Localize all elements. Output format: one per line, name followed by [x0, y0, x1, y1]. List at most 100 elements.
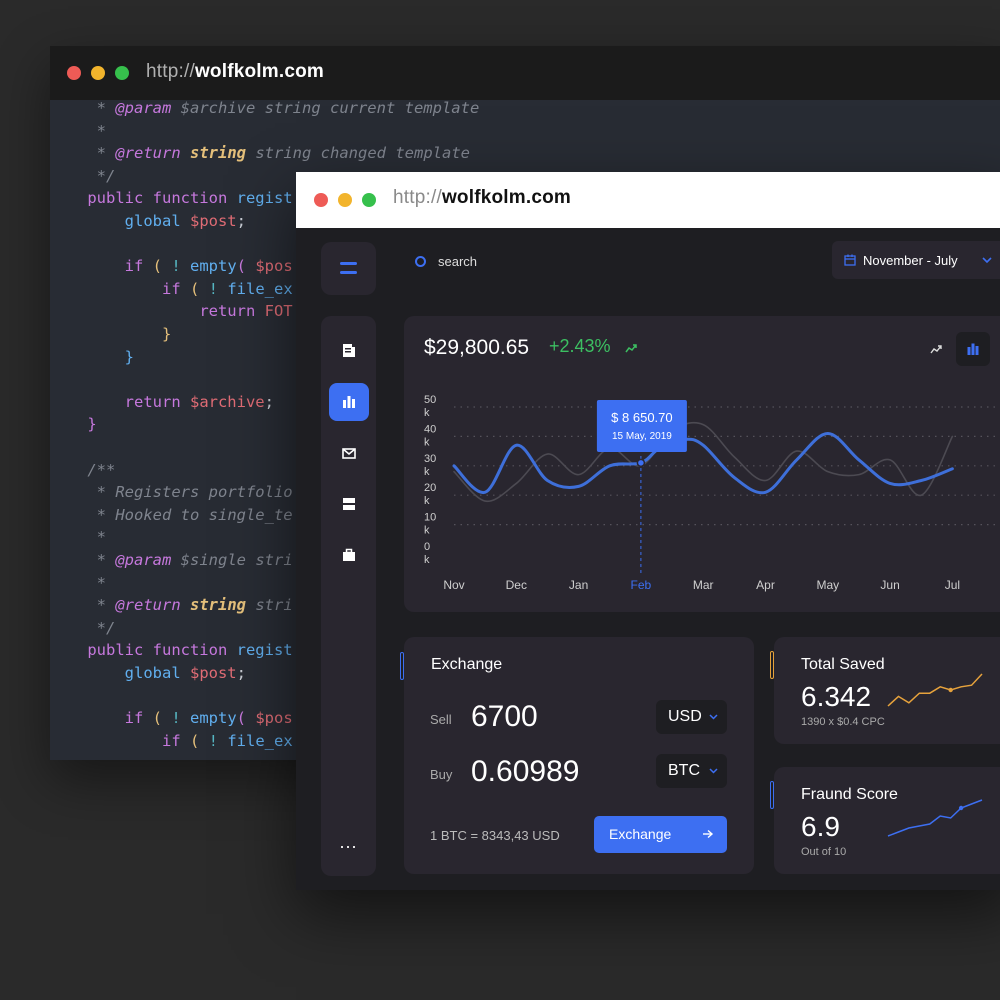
dashboard-titlebar: http://wolfkolm.com: [296, 172, 1000, 228]
search-icon: [415, 256, 426, 267]
sidebar-item-documents[interactable]: [329, 332, 369, 370]
x-tick-label: Apr: [756, 578, 775, 592]
fraud-score-sparkline: [887, 799, 983, 837]
fraud-score-subtitle: Out of 10: [801, 846, 847, 858]
maximize-window-button[interactable]: [362, 193, 376, 207]
code-token: *: [96, 144, 116, 163]
code-line: *: [50, 120, 106, 142]
y-tick-unit: k: [424, 554, 430, 566]
code-line: if ( ! file_ex: [50, 730, 293, 752]
url-protocol: http://: [146, 61, 195, 82]
sidebar-item-storage[interactable]: [329, 485, 369, 523]
code-token: */: [96, 618, 116, 637]
buy-amount-input[interactable]: 0.60989: [471, 755, 579, 789]
sidebar-item-messages[interactable]: [329, 434, 369, 472]
maximize-window-button[interactable]: [115, 66, 129, 80]
dashboard-window: http://wolfkolm.com ... search November …: [296, 172, 1000, 890]
trend-up-icon: [625, 344, 637, 353]
bar-chart-toggle[interactable]: [956, 332, 990, 366]
code-line: * Hooked to single_te: [50, 504, 293, 526]
code-line: global $post;: [50, 210, 246, 232]
total-saved-accent-bar: [770, 651, 774, 679]
y-tick-label: 10: [424, 512, 436, 524]
price-line-chart: 0k10k20k30k40k50kNov Dec Jan Feb Mar Apr May Ju…: [424, 394, 1000, 592]
code-token: $single stri: [171, 551, 293, 569]
y-tick-label: 30: [424, 453, 436, 465]
sell-amount-input[interactable]: 6700: [471, 700, 538, 734]
code-token: /**: [87, 460, 116, 479]
price-change: +2.43%: [549, 336, 611, 356]
code-token: *: [96, 551, 116, 569]
url-host: wolfkolm.com: [441, 187, 572, 208]
y-tick-label: 40: [424, 423, 436, 435]
x-tick-label: Nov: [443, 578, 464, 592]
code-token: }: [87, 415, 97, 434]
dashboard-url: http://wolfkolm.com: [393, 187, 571, 209]
sparkline-path: [887, 799, 983, 837]
more-options-button[interactable]: ...: [321, 832, 376, 853]
search-input[interactable]: search: [412, 252, 652, 278]
sell-currency-select[interactable]: USD: [656, 700, 727, 734]
code-token: $post: [189, 664, 237, 682]
code-token: *: [96, 121, 107, 140]
sidebar-item-analytics[interactable]: [329, 383, 369, 421]
code-token: public function: [87, 189, 237, 208]
menu-button[interactable]: [321, 242, 376, 295]
code-token: if: [161, 731, 190, 750]
code-token: * Hooked to single_te: [96, 505, 293, 524]
code-token: return: [124, 392, 190, 411]
code-token: file_ex: [227, 279, 293, 298]
code-token: !: [171, 257, 190, 276]
code-token: empty: [190, 709, 237, 728]
code-token: @return: [115, 144, 181, 163]
code-token: (: [152, 257, 172, 276]
code-token: *: [96, 596, 116, 615]
x-tick-label: Mar: [693, 578, 714, 592]
close-window-button[interactable]: [314, 193, 328, 207]
code-token: $archive string current template: [171, 99, 480, 117]
y-tick-label: 20: [424, 482, 436, 494]
server-icon: [343, 498, 355, 510]
code-line: global $post;: [50, 662, 246, 684]
date-range-picker[interactable]: November - July: [832, 241, 1000, 279]
line-chart-toggle[interactable]: [922, 334, 950, 364]
code-token: (: [152, 709, 172, 728]
sell-currency-value: USD: [668, 708, 702, 725]
code-token: $archive: [189, 392, 265, 411]
total-saved-card: Total Saved 6.342 1390 x $0.4 CPC: [770, 637, 1000, 744]
code-token: if: [124, 257, 153, 276]
total-saved-value: 6.342: [801, 681, 872, 712]
code-line: return $archive;: [50, 391, 274, 413]
chevron-down-icon: [982, 257, 992, 264]
minimize-window-button[interactable]: [338, 193, 352, 207]
sell-label: Sell: [430, 712, 452, 727]
code-token: (: [189, 279, 209, 298]
fraud-score-card: Fraund Score 6.9 Out of 10: [770, 767, 1000, 874]
code-line: *: [50, 572, 106, 594]
code-token: global: [124, 664, 190, 682]
code-token: FOT: [264, 302, 293, 321]
code-token: (: [189, 731, 209, 750]
code-token: *: [96, 573, 107, 592]
y-tick-unit: k: [424, 525, 430, 537]
code-token: @param: [115, 551, 172, 569]
code-token: */: [96, 166, 116, 185]
chart-tooltip: [596, 400, 687, 452]
chevron-down-icon: [709, 768, 718, 774]
x-tick-label: Jan: [569, 578, 588, 592]
y-tick-unit: k: [424, 407, 430, 419]
menu-icon-bar-top: [340, 262, 357, 265]
code-line: * @return string stri: [50, 594, 293, 616]
y-tick-label: 50: [424, 394, 436, 406]
sidebar-item-portfolio[interactable]: [329, 536, 369, 574]
code-token: *: [96, 528, 107, 547]
close-window-button[interactable]: [67, 66, 81, 80]
y-tick-unit: k: [424, 495, 430, 507]
code-line: /**: [50, 459, 115, 481]
code-token: public function: [87, 641, 237, 660]
x-tick-label: Dec: [506, 578, 527, 592]
exchange-button[interactable]: Exchange: [594, 816, 727, 853]
tooltip-value: $ 8 650.70: [611, 410, 672, 425]
minimize-window-button[interactable]: [91, 66, 105, 80]
buy-currency-select[interactable]: BTC: [656, 754, 727, 788]
